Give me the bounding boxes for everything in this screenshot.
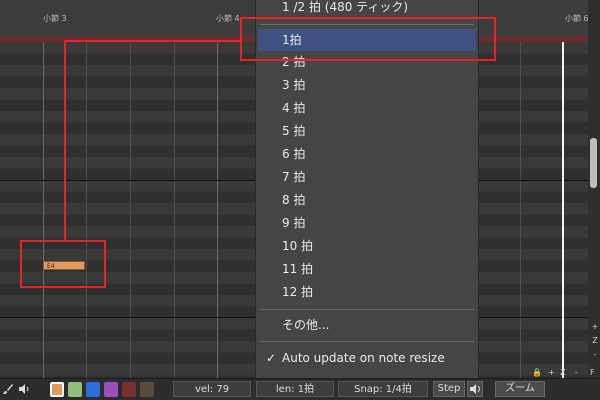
callout-selected-item-box xyxy=(240,17,496,61)
snap-field[interactable]: Snap: 1/4拍 xyxy=(338,381,428,397)
callout-connector-vertical xyxy=(64,40,66,240)
callout-note-box xyxy=(20,240,106,288)
speaker-icon[interactable] xyxy=(16,381,32,397)
brush-icon[interactable] xyxy=(0,381,16,397)
grid-beat-line xyxy=(520,42,521,378)
zoom-button[interactable]: ズーム xyxy=(495,381,545,397)
speaker-icon[interactable] xyxy=(467,381,483,397)
lock-icon[interactable]: 🔒 xyxy=(532,368,542,377)
horizontal-zoom-in[interactable]: + xyxy=(548,368,555,377)
menu-item-3-beats[interactable]: 3 拍 xyxy=(258,74,476,96)
menu-item-5-beats[interactable]: 5 拍 xyxy=(258,120,476,142)
callout-connector-horizontal xyxy=(64,40,240,42)
menu-separator xyxy=(260,309,474,310)
menu-item-auto-update[interactable]: ✓ Auto update on note resize xyxy=(258,347,476,369)
menu-item-12-beats[interactable]: 12 拍 xyxy=(258,281,476,303)
checkmark-icon: ✓ xyxy=(266,351,277,365)
vertical-scrollbar-thumb[interactable] xyxy=(590,138,597,188)
horizontal-zoom-label: Z xyxy=(560,368,566,377)
grid-beat-line xyxy=(130,42,131,378)
snap-dropdown-menu: 1 /2 拍 (480 ティック) 1拍 2 拍 3 拍 4 拍 5 拍 6 拍… xyxy=(240,0,496,378)
playhead[interactable] xyxy=(562,42,564,378)
bottom-toolbar: vel: 79 len: 1拍 Snap: 1/4拍 Step ズーム xyxy=(0,378,600,400)
menu-item-7-beats[interactable]: 7 拍 xyxy=(258,166,476,188)
color-swatch-3[interactable] xyxy=(86,382,100,397)
menu-item-9-beats[interactable]: 9 拍 xyxy=(258,212,476,234)
color-swatch-5[interactable] xyxy=(122,382,136,397)
velocity-field[interactable]: vel: 79 xyxy=(173,381,251,397)
menu-item-8-beats[interactable]: 8 拍 xyxy=(258,189,476,211)
bar-3-label: 小節 3 xyxy=(43,14,67,23)
menu-separator xyxy=(260,341,474,342)
color-swatch-4[interactable] xyxy=(104,382,118,397)
grid-beat-line xyxy=(174,42,175,378)
menu-item-6-beats[interactable]: 6 拍 xyxy=(258,143,476,165)
length-field[interactable]: len: 1拍 xyxy=(256,381,334,397)
vertical-zoom-in[interactable]: + xyxy=(590,322,600,331)
bar-6-label: 小節 6 xyxy=(565,14,589,23)
fit-button[interactable]: F xyxy=(590,368,595,377)
horizontal-zoom-out[interactable]: - xyxy=(575,368,578,377)
vertical-zoom-label: Z xyxy=(592,336,598,345)
grid-beat-line xyxy=(86,42,87,378)
menu-item-other[interactable]: その他... xyxy=(258,314,476,336)
grid-bar-line xyxy=(217,42,218,378)
color-swatch-2[interactable] xyxy=(68,382,82,397)
grid-beat-line xyxy=(43,42,44,378)
menu-item-10-beats[interactable]: 10 拍 xyxy=(258,235,476,257)
auto-update-label: Auto update on note resize xyxy=(282,351,445,365)
vertical-zoom-out[interactable]: - xyxy=(590,350,600,359)
menu-item-11-beats[interactable]: 11 拍 xyxy=(258,258,476,280)
step-button[interactable]: Step xyxy=(433,381,465,397)
menu-item-half-beat[interactable]: 1 /2 拍 (480 ティック) xyxy=(258,0,476,18)
bar-4-label: 小節 4 xyxy=(216,14,240,23)
menu-item-4-beats[interactable]: 4 拍 xyxy=(258,97,476,119)
color-swatch-6[interactable] xyxy=(140,382,154,397)
color-swatch-1[interactable] xyxy=(50,382,64,397)
